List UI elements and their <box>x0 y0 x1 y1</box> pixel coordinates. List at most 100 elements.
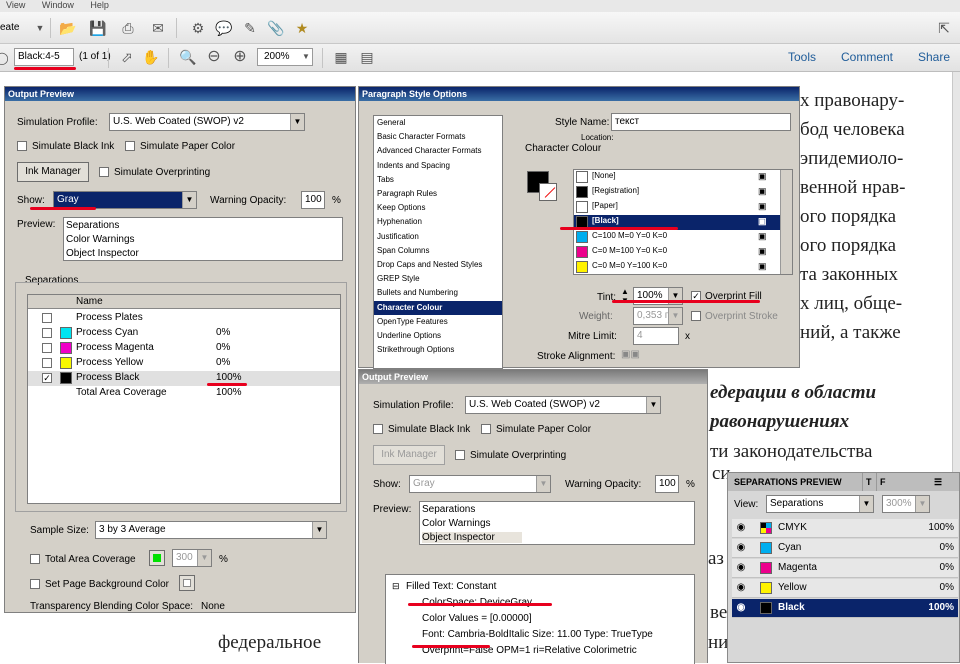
ink-manager-button[interactable]: Ink Manager <box>17 162 89 182</box>
simulate-black-ink-checkbox[interactable] <box>373 424 383 434</box>
overprint-stroke-checkbox[interactable] <box>691 311 701 321</box>
separation-checkbox[interactable] <box>42 358 52 368</box>
swatch-row[interactable]: C=100 M=0 Y=0 K=0 ▣ <box>574 230 780 245</box>
separation-row[interactable]: Process Yellow 0% <box>28 356 340 371</box>
warning-opacity-input[interactable]: 100 <box>655 475 679 493</box>
category-item[interactable]: Tabs <box>374 173 502 187</box>
show-select[interactable]: Gray ▼ <box>409 475 551 493</box>
simulation-profile-select[interactable]: U.S. Web Coated (SWOP) v2 ▼ <box>465 396 661 414</box>
share-link[interactable]: Share <box>918 50 950 64</box>
open-folder-icon[interactable]: 📂 <box>58 18 78 38</box>
tab-f[interactable]: F <box>876 473 886 491</box>
separation-row[interactable]: Total Area Coverage 100% <box>28 386 340 401</box>
category-item[interactable]: Indents and Spacing <box>374 159 502 173</box>
comment-icon[interactable]: 💬 <box>214 18 234 38</box>
category-item[interactable]: Advanced Character Formats <box>374 144 502 158</box>
simulation-profile-select[interactable]: U.S. Web Coated (SWOP) v2 ▼ <box>109 113 305 131</box>
preview-item-object-inspector[interactable]: Object Inspector <box>66 248 139 259</box>
coverage-value-select[interactable]: 300 ▼ <box>172 549 212 567</box>
print-icon[interactable]: ⎙ <box>118 18 138 38</box>
eye-icon[interactable]: ◉ <box>734 562 748 574</box>
sign-icon[interactable]: ✎ <box>240 18 260 38</box>
fit-page-icon[interactable]: ▦ <box>331 47 351 67</box>
view-select[interactable]: Separations ▼ <box>766 495 874 513</box>
chevron-down-icon[interactable]: ▼ <box>30 18 50 38</box>
separation-checkbox[interactable] <box>42 343 52 353</box>
category-item[interactable]: Hyphenation <box>374 215 502 229</box>
separation-checkbox[interactable]: ✓ <box>42 373 52 383</box>
eye-icon[interactable]: ◉ <box>734 522 748 534</box>
total-area-coverage-checkbox[interactable] <box>30 554 40 564</box>
category-item[interactable]: Strikethrough Options <box>374 343 502 357</box>
mitre-limit-input[interactable]: 4 <box>633 327 679 345</box>
zoom-select[interactable]: 300% ▼ <box>882 495 930 513</box>
eye-icon[interactable]: ◉ <box>734 602 748 614</box>
category-item[interactable]: Justification <box>374 230 502 244</box>
simulate-overprinting-checkbox[interactable] <box>99 167 109 177</box>
swatch-scrollbar[interactable] <box>780 170 792 274</box>
comment-link[interactable]: Comment <box>841 50 893 64</box>
category-item[interactable]: Basic Character Formats <box>374 130 502 144</box>
category-item[interactable]: Paragraph Rules <box>374 187 502 201</box>
gear-icon[interactable]: ⚙ <box>188 18 208 38</box>
simulate-black-ink-checkbox[interactable] <box>17 141 27 151</box>
category-item[interactable]: Span Columns <box>374 244 502 258</box>
category-item[interactable]: OpenType Features <box>374 315 502 329</box>
preview-list[interactable]: Separations Color Warnings Object Inspec… <box>63 217 343 261</box>
category-item[interactable]: Character Colour <box>374 300 502 315</box>
warning-opacity-input[interactable]: 100 <box>301 191 325 209</box>
ink-row[interactable]: ◉ Magenta 0% <box>732 559 958 578</box>
ink-row[interactable]: ◉ CMYK 100% <box>732 519 958 538</box>
eye-icon[interactable]: ◉ <box>734 542 748 554</box>
separation-checkbox[interactable] <box>42 328 52 338</box>
ink-row[interactable]: ◉ Cyan 0% <box>732 539 958 558</box>
preview-list[interactable]: Separations Color Warnings Object Inspec… <box>419 501 695 545</box>
category-item[interactable]: General <box>374 116 502 130</box>
simulate-paper-color-checkbox[interactable] <box>481 424 491 434</box>
tools-link[interactable]: Tools <box>788 50 816 64</box>
preview-item-color-warnings[interactable]: Color Warnings <box>66 234 135 245</box>
marquee-zoom-icon[interactable]: 🔍 <box>178 47 198 67</box>
collapse-icon[interactable]: ⊟ <box>392 581 400 592</box>
category-item[interactable]: Keep Options <box>374 201 502 215</box>
page-number-field[interactable]: Black:4-5 <box>14 48 74 66</box>
category-item[interactable]: Drop Caps and Nested Styles <box>374 258 502 272</box>
expand-icon[interactable]: ⇱ <box>934 18 954 38</box>
swatch-row[interactable]: [Registration] ▣ <box>574 185 780 200</box>
separation-row[interactable]: Process Plates <box>28 311 340 326</box>
zoom-in-icon[interactable]: ⊕ <box>230 47 250 67</box>
prev-page-icon[interactable]: ◯ <box>0 48 12 68</box>
panel-menu-icon[interactable]: ☰ <box>934 473 942 491</box>
preview-item-color-warnings[interactable]: Color Warnings <box>422 518 491 529</box>
select-arrow-icon[interactable]: ⬀ <box>117 47 137 67</box>
scroll-mode-icon[interactable]: ▤ <box>357 47 377 67</box>
tab-separations-preview[interactable]: SEPARATIONS PREVIEW <box>734 473 842 491</box>
create-button[interactable]: eate <box>0 19 19 37</box>
menu-help[interactable]: Help <box>90 0 109 10</box>
category-item[interactable]: Bullets and Numbering <box>374 286 502 300</box>
set-page-background-checkbox[interactable] <box>30 579 40 589</box>
separation-row[interactable]: Process Magenta 0% <box>28 341 340 356</box>
zoom-dropdown-icon[interactable]: ▼ <box>296 47 316 67</box>
swatch-row[interactable]: C=0 M=100 Y=0 K=0 ▣ <box>574 245 780 260</box>
separation-checkbox[interactable] <box>42 313 52 323</box>
page-background-color-button[interactable] <box>179 575 195 591</box>
weight-input[interactable]: 0,353 п ▼ <box>633 307 683 325</box>
swatch-row[interactable]: [None] ▣ <box>574 170 780 185</box>
swatch-row[interactable]: C=0 M=0 Y=100 K=0 ▣ <box>574 260 780 274</box>
sample-size-select[interactable]: 3 by 3 Average ▼ <box>95 521 327 539</box>
separation-row[interactable]: Process Cyan 0% <box>28 326 340 341</box>
style-name-input[interactable]: текст <box>611 113 791 131</box>
ink-row[interactable]: ◉ Yellow 0% <box>732 579 958 598</box>
tab-t[interactable]: T <box>862 473 872 491</box>
attach-icon[interactable]: 📎 <box>266 18 286 38</box>
hand-tool-icon[interactable]: ✋ <box>141 47 161 67</box>
preview-item-separations[interactable]: Separations <box>422 504 475 515</box>
swatch-row[interactable]: [Paper] ▣ <box>574 200 780 215</box>
ink-manager-button[interactable]: Ink Manager <box>373 445 445 465</box>
zoom-out-icon[interactable]: ⊖ <box>204 47 224 67</box>
simulate-overprinting-checkbox[interactable] <box>455 450 465 460</box>
stroke-swatch[interactable] <box>539 183 557 201</box>
eye-icon[interactable]: ◉ <box>734 582 748 594</box>
preview-item-separations[interactable]: Separations <box>66 220 119 231</box>
